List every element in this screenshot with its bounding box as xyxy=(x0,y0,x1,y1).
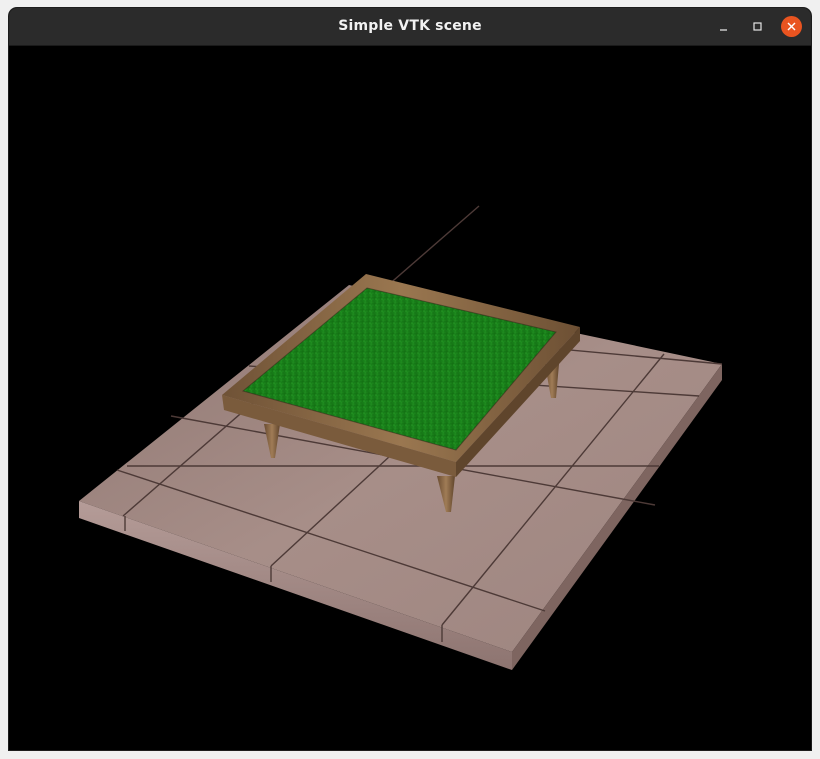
maximize-icon xyxy=(753,22,762,31)
window-title: Simple VTK scene xyxy=(338,18,482,34)
vtk-scene xyxy=(79,205,723,670)
close-icon xyxy=(787,22,796,31)
maximize-button[interactable] xyxy=(747,16,768,37)
title-bar[interactable]: Simple VTK scene xyxy=(9,8,811,46)
minimize-button[interactable] xyxy=(713,16,734,37)
close-button[interactable] xyxy=(781,16,802,37)
app-window: Simple VTK scene xyxy=(9,8,811,750)
render-viewport[interactable] xyxy=(9,46,811,750)
minimize-icon xyxy=(720,29,727,31)
